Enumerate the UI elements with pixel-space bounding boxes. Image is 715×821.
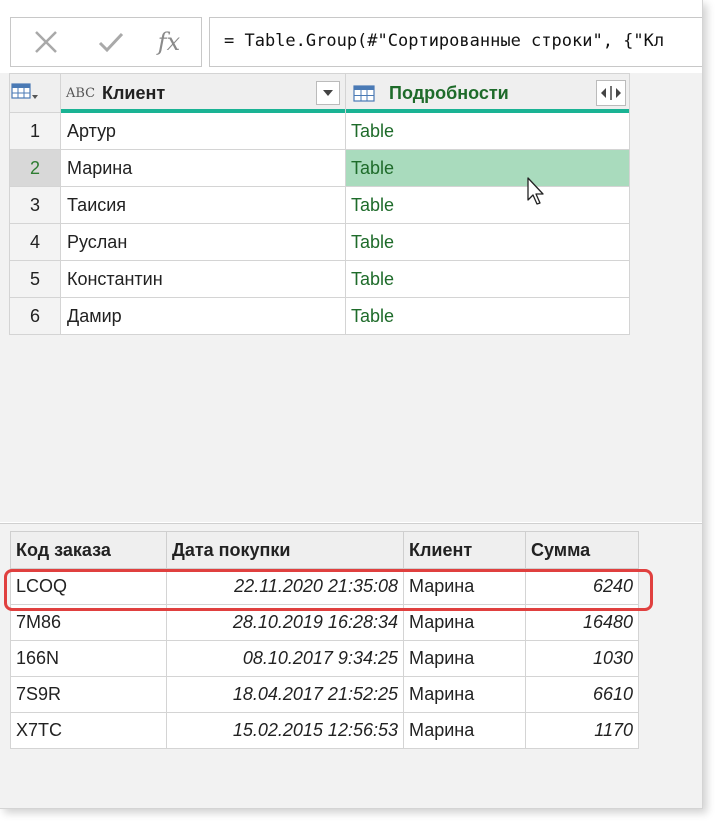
client-cell[interactable]: Марина <box>60 149 346 187</box>
cancel-button[interactable] <box>16 18 76 66</box>
table-row[interactable]: 4 Руслан Table <box>9 223 630 261</box>
fx-button[interactable]: fx <box>139 18 199 66</box>
header-order-code: Код заказа <box>10 531 167 569</box>
purchase-date-cell: 08.10.2017 9:34:25 <box>166 640 404 677</box>
filter-dropdown-button[interactable] <box>316 81 340 105</box>
row-number[interactable]: 1 <box>9 112 61 150</box>
formula-input[interactable]: = Table.Group(#"Сортированные строки", {… <box>209 17 702 67</box>
details-cell[interactable]: Table <box>345 186 630 224</box>
abc-type-icon[interactable]: ABC <box>61 86 98 101</box>
details-cell[interactable]: Table <box>345 223 630 261</box>
purchase-date-cell: 15.02.2015 12:56:53 <box>166 712 404 749</box>
client-cell[interactable]: Артур <box>60 112 346 150</box>
row-number[interactable]: 4 <box>9 223 61 261</box>
power-query-window: fx = Table.Group(#"Сортированные строки"… <box>0 0 703 809</box>
column-label-client: Клиент <box>102 82 166 103</box>
table-menu-button[interactable] <box>9 73 61 113</box>
row-number[interactable]: 5 <box>9 260 61 298</box>
header-sum: Сумма <box>525 531 639 569</box>
client-cell[interactable]: Таисия <box>60 186 346 224</box>
formula-text: = Table.Group(#"Сортированные строки", {… <box>224 31 665 51</box>
order-code-cell: 166N <box>10 640 167 677</box>
header-purchase-date: Дата покупки <box>166 531 404 569</box>
column-label-details: Подробности <box>389 82 509 103</box>
details-cell[interactable]: Table <box>345 297 630 335</box>
table-row: 7S9R 18.04.2017 21:52:25 Марина 6610 <box>10 676 639 713</box>
client-cell[interactable]: Константин <box>60 260 346 298</box>
sum-cell: 1170 <box>525 712 639 749</box>
table-row: 166N 08.10.2017 9:34:25 Марина 1030 <box>10 640 639 677</box>
table-type-icon[interactable] <box>346 83 382 103</box>
details-cell[interactable]: Table <box>345 260 630 298</box>
table-row: X7TC 15.02.2015 12:56:53 Марина 1170 <box>10 712 639 749</box>
formula-bar-buttons: fx <box>10 17 202 67</box>
client-cell: Марина <box>403 676 526 713</box>
column-quality-bar <box>61 109 345 113</box>
column-header-client[interactable]: ABC Клиент <box>60 73 346 113</box>
mouse-cursor-icon <box>527 177 544 205</box>
details-preview-table: Код заказа Дата покупки Клиент Сумма LCO… <box>10 531 639 749</box>
details-cell[interactable]: Table <box>345 112 630 150</box>
column-header-details[interactable]: Подробности <box>345 73 630 113</box>
column-quality-bar <box>346 109 629 113</box>
table-row[interactable]: 1 Артур Table <box>9 112 630 150</box>
client-cell: Марина <box>403 640 526 677</box>
chevron-down-icon <box>323 90 333 96</box>
table-row[interactable]: 6 Дамир Table <box>9 297 630 335</box>
fx-icon: fx <box>157 28 181 56</box>
check-icon <box>98 32 124 53</box>
sum-cell: 6610 <box>525 676 639 713</box>
table-row[interactable]: 5 Константин Table <box>9 260 630 298</box>
client-cell: Марина <box>403 712 526 749</box>
row-highlight-annotation <box>4 569 653 611</box>
confirm-button[interactable] <box>81 18 141 66</box>
close-icon <box>35 31 57 53</box>
expand-column-button[interactable] <box>596 80 626 106</box>
expand-icon <box>601 86 621 100</box>
row-number[interactable]: 6 <box>9 297 61 335</box>
client-cell[interactable]: Руслан <box>60 223 346 261</box>
table-menu-icon <box>11 82 38 99</box>
row-number[interactable]: 2 <box>9 149 61 187</box>
order-code-cell: 7S9R <box>10 676 167 713</box>
sum-cell: 1030 <box>525 640 639 677</box>
order-code-cell: X7TC <box>10 712 167 749</box>
client-cell[interactable]: Дамир <box>60 297 346 335</box>
purchase-date-cell: 18.04.2017 21:52:25 <box>166 676 404 713</box>
details-cell[interactable]: Table <box>345 149 630 187</box>
row-number[interactable]: 3 <box>9 186 61 224</box>
header-client: Клиент <box>403 531 526 569</box>
